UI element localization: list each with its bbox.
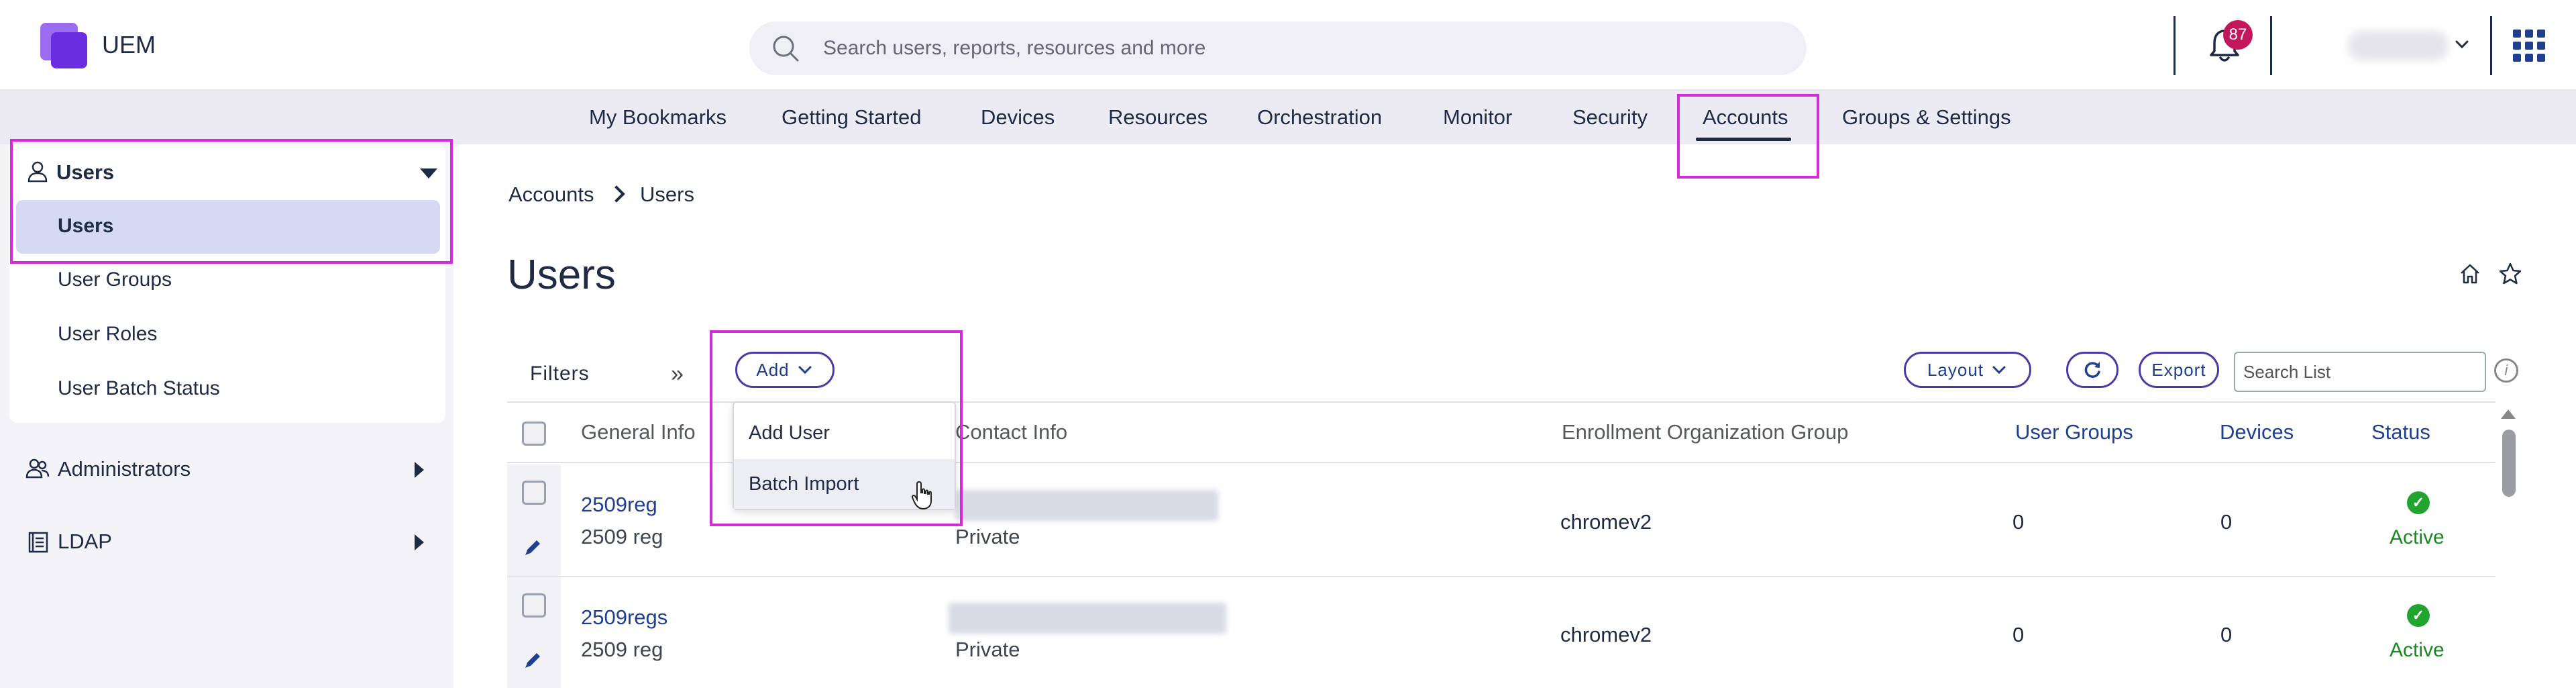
nav-security[interactable]: Security (1572, 105, 1648, 130)
row-checkbox[interactable] (522, 481, 546, 505)
contact-email-redacted (955, 490, 1218, 521)
status-badge: Active (2390, 526, 2445, 548)
search-icon (773, 36, 799, 62)
column-contact-info[interactable]: Contact Info (955, 420, 1067, 444)
sidebar-item-ldap[interactable]: LDAP (58, 530, 112, 554)
nav-groups-settings[interactable]: Groups & Settings (1842, 105, 2011, 130)
nav-monitor[interactable]: Monitor (1443, 105, 1512, 130)
highlight-sidebar-users (10, 139, 453, 264)
chevron-down-icon (1992, 366, 2006, 375)
refresh-button[interactable] (2066, 352, 2118, 388)
column-enrollment-org-group[interactable]: Enrollment Organization Group (1562, 420, 1848, 444)
user-groups-count: 0 (2012, 623, 2025, 646)
user-groups-count: 0 (2012, 510, 2025, 534)
app-launcher-icon[interactable] (2513, 30, 2545, 62)
check-circle-icon: ✓ (2407, 604, 2430, 627)
administrators-icon (25, 458, 50, 479)
nav-devices[interactable]: Devices (981, 105, 1055, 130)
devices-count: 0 (2220, 510, 2233, 534)
sidebar-item-administrators[interactable]: Administrators (58, 457, 191, 481)
breadcrumb-accounts[interactable]: Accounts (508, 183, 594, 207)
breadcrumb-users: Users (640, 183, 694, 206)
sidebar-item-user-groups[interactable]: User Groups (58, 268, 172, 291)
search-list-input[interactable] (2234, 352, 2486, 392)
sidebar-item-user-batch-status[interactable]: User Batch Status (58, 377, 220, 400)
user-menu-name[interactable] (2348, 31, 2449, 60)
export-button[interactable]: Export (2139, 352, 2219, 388)
edit-icon[interactable] (522, 536, 545, 558)
scroll-up-arrow[interactable] (2501, 409, 2516, 419)
home-icon[interactable] (2458, 262, 2482, 286)
check-circle-icon: ✓ (2407, 491, 2430, 514)
org-group: chromev2 (1560, 623, 1652, 646)
ldap-icon (28, 532, 48, 553)
top-bar: UEM 87 (0, 0, 2576, 91)
highlight-add-menu (710, 330, 963, 526)
nav-getting-started[interactable]: Getting Started (782, 105, 922, 130)
status-badge: Active (2390, 639, 2445, 661)
main-nav: My Bookmarks Getting Started Devices Res… (0, 91, 2576, 144)
app-title: UEM (102, 31, 156, 58)
column-devices[interactable]: Devices (2220, 420, 2294, 444)
user-username[interactable]: 2509regs (581, 605, 667, 630)
layout-button[interactable]: Layout (1904, 352, 2031, 388)
refresh-icon (2084, 362, 2100, 378)
select-all-checkbox[interactable] (522, 422, 546, 446)
divider (2490, 16, 2492, 75)
table-scrollbar-thumb[interactable] (2502, 430, 2516, 497)
column-general-info[interactable]: General Info (581, 420, 696, 444)
contact-type: Private (955, 638, 1020, 661)
nav-resources[interactable]: Resources (1108, 105, 1208, 130)
filters-label[interactable]: Filters (530, 362, 590, 385)
user-display-name: 2509 reg (581, 525, 663, 548)
info-icon[interactable]: i (2494, 358, 2518, 383)
expand-filters-icon[interactable]: » (671, 361, 684, 387)
app-logo[interactable] (40, 23, 89, 68)
edit-icon[interactable] (522, 648, 545, 671)
highlight-nav-accounts (1677, 94, 1819, 179)
contact-type: Private (955, 525, 1020, 548)
nav-my-bookmarks[interactable]: My Bookmarks (589, 105, 727, 130)
chevron-down-icon[interactable] (2453, 35, 2471, 54)
user-display-name: 2509 reg (581, 638, 663, 661)
user-username[interactable]: 2509reg (581, 493, 657, 517)
nav-orchestration[interactable]: Orchestration (1257, 105, 1382, 130)
notification-badge: 87 (2223, 20, 2253, 50)
row-divider (507, 576, 2496, 577)
export-button-label: Export (2151, 359, 2206, 380)
row-checkbox[interactable] (522, 593, 546, 618)
org-group: chromev2 (1560, 510, 1652, 534)
caret-right-icon (415, 534, 424, 550)
caret-right-icon (415, 462, 424, 478)
column-user-groups[interactable]: User Groups (2015, 420, 2133, 444)
star-icon[interactable] (2498, 262, 2522, 286)
page-title: Users (507, 252, 616, 298)
divider (2174, 16, 2176, 75)
column-status[interactable]: Status (2371, 420, 2430, 444)
devices-count: 0 (2220, 623, 2233, 646)
contact-email-redacted (949, 603, 1226, 634)
divider (2270, 16, 2272, 75)
sidebar-item-user-roles[interactable]: User Roles (58, 323, 157, 346)
layout-button-label: Layout (1927, 359, 1984, 380)
global-search[interactable] (749, 21, 1807, 75)
global-search-input[interactable] (823, 32, 1762, 64)
